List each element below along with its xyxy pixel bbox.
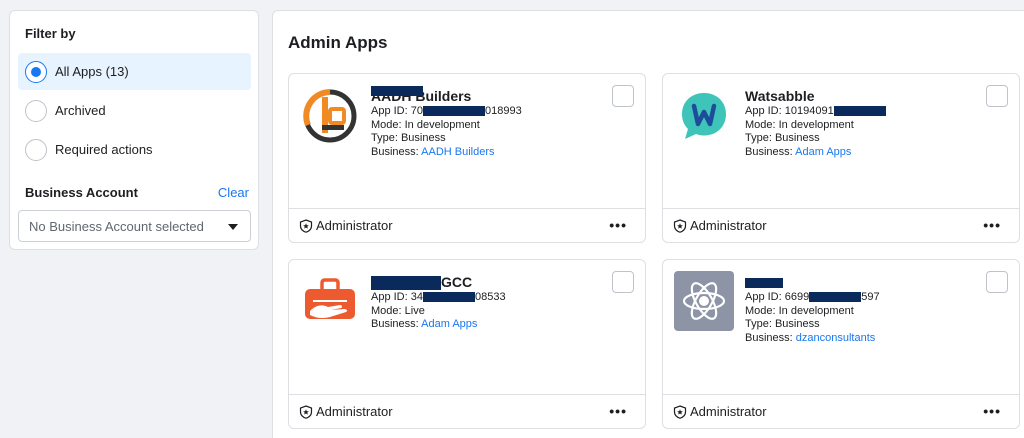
business-account-select[interactable]: No Business Account selected bbox=[18, 210, 251, 242]
card-footer: Administrator ••• bbox=[289, 394, 645, 428]
business-link[interactable]: Adam Apps bbox=[795, 146, 851, 158]
redaction bbox=[371, 276, 441, 291]
app-info: GCC App ID: 34 08533 Mode: Live Business:… bbox=[371, 274, 506, 332]
role-label: Administrator bbox=[316, 404, 393, 419]
aadh-logo-icon bbox=[300, 85, 360, 145]
business-link[interactable]: dzanconsultants bbox=[796, 332, 876, 344]
app-info: Watsabble App ID: 10194091 Mode: In deve… bbox=[745, 88, 886, 159]
app-business: Business: AADH Builders bbox=[371, 145, 495, 158]
app-mode: Mode: In development bbox=[371, 118, 480, 131]
app-info: App ID: 6699 597 Mode: In development Typ… bbox=[745, 274, 880, 345]
radio-unselected-icon[interactable] bbox=[25, 99, 47, 122]
filter-option-all-apps[interactable]: All Apps (13) bbox=[18, 53, 251, 90]
app-id: App ID: 6699 597 bbox=[745, 291, 880, 303]
app-card-dzanconsultants[interactable]: App ID: 6699 597 Mode: In development Typ… bbox=[662, 259, 1020, 429]
shield-star-icon bbox=[673, 218, 687, 233]
filter-option-label: Archived bbox=[55, 103, 106, 118]
role-label: Administrator bbox=[316, 218, 393, 233]
app-business: Business: Adam Apps bbox=[745, 145, 852, 158]
filter-panel: Filter by All Apps (13) Archived Require… bbox=[9, 10, 259, 250]
shield-star-icon bbox=[299, 404, 313, 419]
app-card-gcc[interactable]: GCC App ID: 34 08533 Mode: Live Business:… bbox=[288, 259, 646, 429]
redaction bbox=[371, 86, 423, 96]
app-type: Type: Business bbox=[745, 132, 820, 144]
app-select-checkbox[interactable] bbox=[986, 271, 1008, 293]
filter-option-label: All Apps (13) bbox=[55, 64, 129, 79]
filter-option-label: Required actions bbox=[55, 142, 153, 157]
redaction bbox=[809, 292, 862, 303]
app-name: AADH Builders bbox=[371, 86, 472, 104]
page-title: Admin Apps bbox=[288, 33, 388, 52]
more-icon[interactable]: ••• bbox=[983, 217, 1001, 233]
app-card-watsabble[interactable]: Watsabble App ID: 10194091 Mode: In deve… bbox=[662, 73, 1020, 243]
more-icon[interactable]: ••• bbox=[609, 217, 627, 233]
app-type: Type: Business bbox=[745, 318, 820, 330]
shield-star-icon bbox=[299, 218, 313, 233]
app-type: Type: Business bbox=[371, 132, 446, 144]
redaction bbox=[833, 106, 886, 117]
card-footer: Administrator ••• bbox=[289, 208, 645, 242]
business-account-select-value: No Business Account selected bbox=[29, 218, 204, 234]
app-select-checkbox[interactable] bbox=[986, 85, 1008, 107]
app-name bbox=[745, 274, 880, 290]
app-name: GCC bbox=[371, 274, 506, 291]
business-link[interactable]: Adam Apps bbox=[421, 318, 477, 330]
app-name: Watsabble bbox=[745, 88, 815, 104]
app-info: AADH Builders App ID: 70 018993 Mode: In … bbox=[371, 86, 522, 159]
shield-star-icon bbox=[673, 404, 687, 419]
watsabble-logo-icon bbox=[674, 85, 734, 145]
card-footer: Administrator ••• bbox=[663, 208, 1019, 242]
app-id: App ID: 34 08533 bbox=[371, 291, 506, 304]
admin-apps-panel: Admin Apps AADH Builders App ID: 70 01899… bbox=[272, 10, 1024, 438]
app-mode: Mode: Live bbox=[371, 304, 425, 317]
gcc-logo-icon bbox=[300, 271, 360, 331]
app-id: App ID: 70 018993 bbox=[371, 105, 522, 117]
redaction bbox=[422, 106, 485, 117]
role-label: Administrator bbox=[690, 404, 767, 419]
app-business: Business: Adam Apps bbox=[371, 318, 478, 331]
redaction bbox=[745, 278, 783, 289]
caret-down-icon bbox=[228, 224, 238, 230]
atom-logo-icon bbox=[674, 271, 734, 331]
radio-selected-icon[interactable] bbox=[25, 60, 47, 83]
app-card-aadh-builders[interactable]: AADH Builders App ID: 70 018993 Mode: In … bbox=[288, 73, 646, 243]
filter-option-required-actions[interactable]: Required actions bbox=[18, 131, 251, 168]
business-account-label: Business Account bbox=[25, 185, 138, 200]
app-id: App ID: 10194091 bbox=[745, 105, 886, 119]
more-icon[interactable]: ••• bbox=[983, 403, 1001, 419]
app-mode: Mode: In development bbox=[745, 304, 854, 317]
filter-title: Filter by bbox=[25, 26, 76, 41]
app-business: Business: dzanconsultants bbox=[745, 331, 876, 344]
app-mode: Mode: In development bbox=[745, 118, 854, 131]
clear-link[interactable]: Clear bbox=[218, 185, 249, 200]
radio-unselected-icon[interactable] bbox=[25, 138, 47, 161]
business-link[interactable]: AADH Builders bbox=[421, 146, 494, 158]
app-select-checkbox[interactable] bbox=[612, 85, 634, 107]
app-select-checkbox[interactable] bbox=[612, 271, 634, 293]
redaction bbox=[422, 292, 475, 303]
filter-option-archived[interactable]: Archived bbox=[18, 92, 251, 129]
card-footer: Administrator ••• bbox=[663, 394, 1019, 428]
role-label: Administrator bbox=[690, 218, 767, 233]
more-icon[interactable]: ••• bbox=[609, 403, 627, 419]
